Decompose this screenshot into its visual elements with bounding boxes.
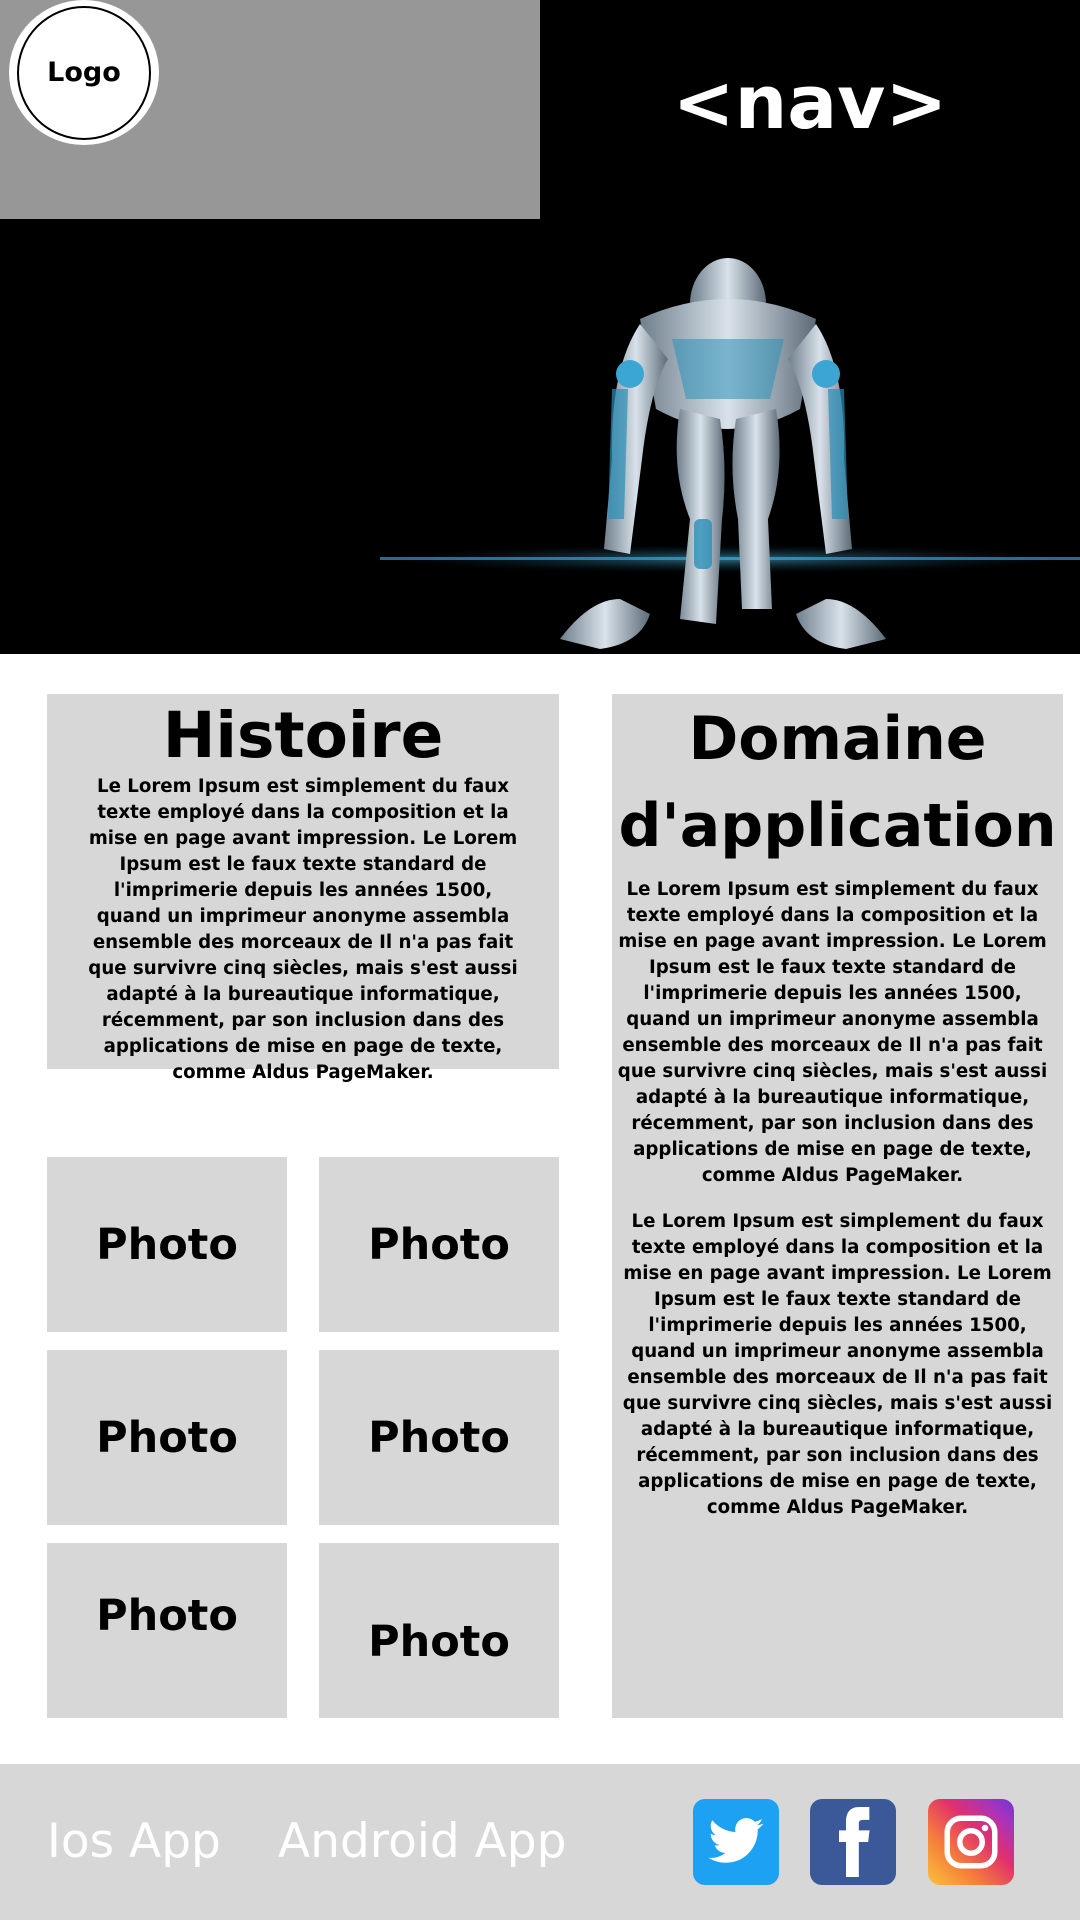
photo-tile[interactable]: Photo <box>319 1543 559 1718</box>
twitter-icon[interactable] <box>693 1799 779 1885</box>
photo-tile[interactable]: Photo <box>319 1350 559 1525</box>
photo-tile[interactable]: Photo <box>319 1157 559 1332</box>
photo-label: Photo <box>96 1412 238 1463</box>
facebook-f-glyph <box>839 1807 870 1877</box>
nav-bar[interactable]: <nav> <box>540 0 1080 219</box>
nav-label: <nav> <box>672 59 948 146</box>
photo-label: Photo <box>368 1617 510 1667</box>
android-app-link[interactable]: Android App <box>278 1814 566 1869</box>
facebook-icon[interactable] <box>810 1799 896 1885</box>
photo-label: Photo <box>96 1219 238 1270</box>
histoire-card: Histoire Le Lorem Ipsum est simplement d… <box>47 694 559 1083</box>
photo-label: Photo <box>96 1591 238 1641</box>
domaine-paragraph-1: Le Lorem Ipsum est simplement du faux te… <box>617 879 1048 1186</box>
domaine-card: Domaine d'application Le Lorem Ipsum est… <box>612 694 1063 1718</box>
histoire-text: Le Lorem Ipsum est simplement du faux te… <box>88 776 518 1083</box>
logo-ring: Logo <box>17 5 151 140</box>
photo-label: Photo <box>368 1412 510 1463</box>
photo-tile[interactable]: Photo <box>47 1157 287 1332</box>
instagram-camera-glyph <box>944 1815 998 1869</box>
logo[interactable]: Logo <box>9 0 159 145</box>
photo-label: Photo <box>368 1219 510 1270</box>
hero-robot-image <box>380 258 1080 649</box>
twitter-bird-glyph <box>708 1818 764 1863</box>
domaine-title-line2: d'application <box>618 791 1057 861</box>
photo-tile[interactable]: Photo <box>47 1350 287 1525</box>
domaine-paragraph-2: Le Lorem Ipsum est simplement du faux te… <box>622 1211 1053 1518</box>
logo-label: Logo <box>47 57 121 88</box>
hero-banner <box>0 219 1080 654</box>
instagram-icon[interactable] <box>928 1799 1014 1885</box>
photo-tile[interactable]: Photo <box>47 1543 287 1718</box>
histoire-title: Histoire <box>162 699 444 772</box>
domaine-title-line1: Domaine <box>688 704 987 774</box>
domaine-title: Domaine d'application <box>598 696 1077 870</box>
ios-app-link[interactable]: Ios App <box>47 1814 221 1869</box>
